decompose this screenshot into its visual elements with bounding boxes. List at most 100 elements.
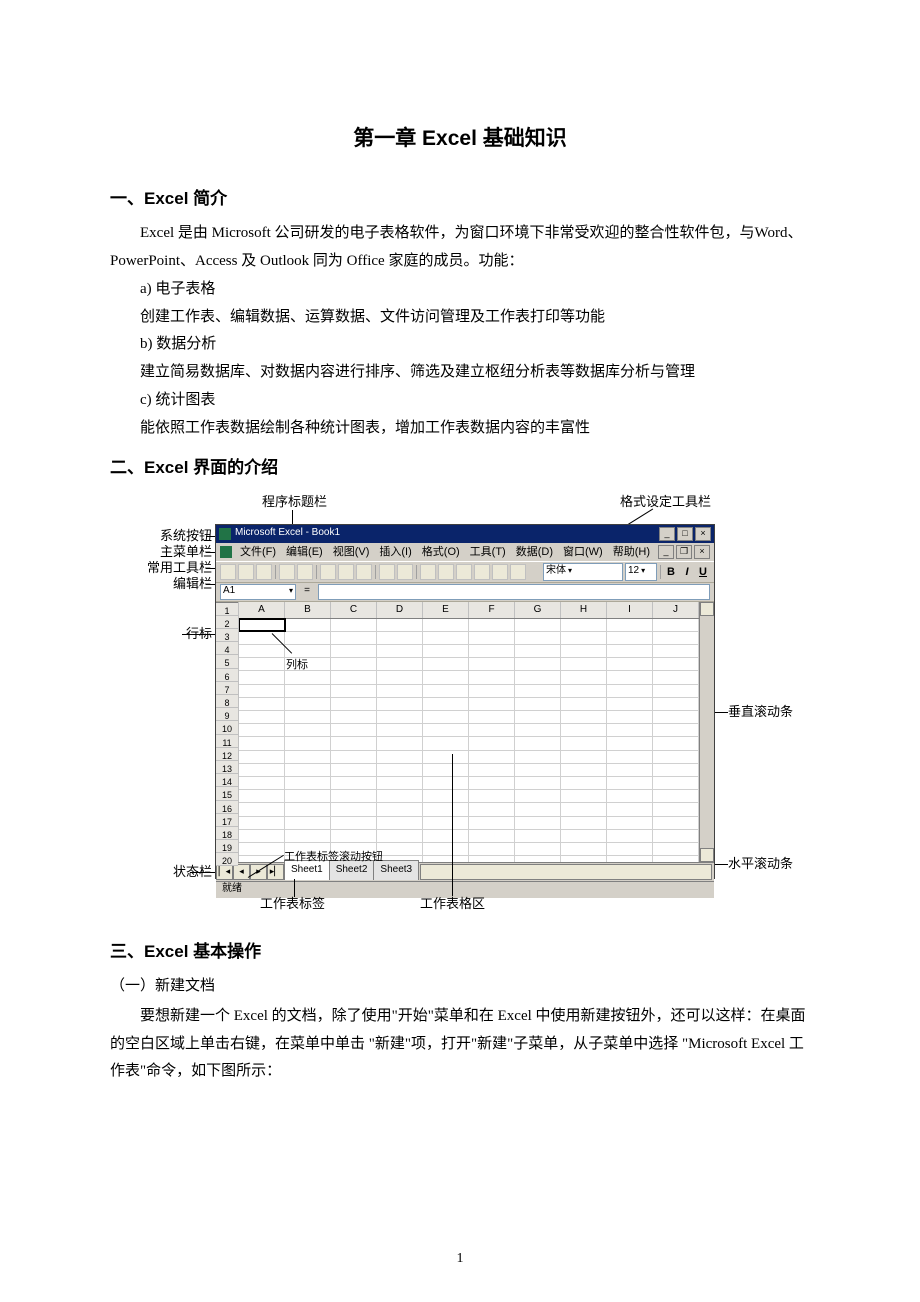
cell[interactable] [423, 777, 469, 789]
paste-button[interactable] [356, 564, 372, 580]
cell[interactable] [515, 737, 561, 749]
cell[interactable] [561, 632, 607, 644]
cell[interactable] [423, 790, 469, 802]
cell[interactable] [239, 830, 285, 842]
doc-close-button[interactable]: × [694, 545, 710, 559]
chart-button[interactable] [492, 564, 508, 580]
undo-button[interactable] [379, 564, 395, 580]
cell[interactable] [423, 711, 469, 723]
autosum-button[interactable] [420, 564, 436, 580]
cell[interactable] [331, 751, 377, 763]
cell[interactable] [469, 737, 515, 749]
cell[interactable] [653, 632, 699, 644]
cell[interactable] [469, 843, 515, 855]
cell[interactable] [607, 724, 653, 736]
cell[interactable] [515, 619, 561, 631]
cell[interactable] [285, 790, 331, 802]
row-header[interactable]: 9 [216, 708, 238, 721]
row-header[interactable]: 14 [216, 774, 238, 787]
column-header[interactable]: F [469, 602, 515, 618]
cell[interactable] [653, 685, 699, 697]
cell[interactable] [377, 658, 423, 670]
cell[interactable] [285, 632, 331, 644]
row-header[interactable]: 6 [216, 669, 238, 682]
cell[interactable] [469, 711, 515, 723]
help-button[interactable] [510, 564, 526, 580]
sort-desc-button[interactable] [474, 564, 490, 580]
save-button[interactable] [256, 564, 272, 580]
cell[interactable] [423, 658, 469, 670]
cell[interactable] [331, 817, 377, 829]
cell[interactable] [285, 751, 331, 763]
cell[interactable] [285, 777, 331, 789]
cell[interactable] [423, 830, 469, 842]
cell[interactable] [377, 632, 423, 644]
row-header[interactable]: 13 [216, 761, 238, 774]
cell[interactable] [377, 843, 423, 855]
doc-restore-button[interactable]: ❐ [676, 545, 692, 559]
underline-button[interactable]: U [696, 564, 710, 580]
close-button[interactable]: × [695, 527, 711, 541]
row-header[interactable]: 11 [216, 735, 238, 748]
cell[interactable] [561, 764, 607, 776]
formula-input[interactable] [318, 584, 710, 600]
cell[interactable] [331, 658, 377, 670]
cell[interactable] [561, 817, 607, 829]
cell[interactable] [239, 764, 285, 776]
cell[interactable] [653, 790, 699, 802]
cell[interactable] [331, 803, 377, 815]
cell[interactable] [331, 790, 377, 802]
cell[interactable] [285, 737, 331, 749]
cell[interactable] [239, 711, 285, 723]
cell[interactable] [377, 671, 423, 683]
cell[interactable] [561, 698, 607, 710]
cell[interactable] [423, 737, 469, 749]
print-button[interactable] [279, 564, 295, 580]
cell[interactable] [561, 856, 607, 862]
cell[interactable] [423, 671, 469, 683]
cell[interactable] [469, 698, 515, 710]
fx-button[interactable] [438, 564, 454, 580]
sort-asc-button[interactable] [456, 564, 472, 580]
row-header[interactable]: 8 [216, 695, 238, 708]
cell[interactable] [607, 619, 653, 631]
row-header[interactable]: 4 [216, 642, 238, 655]
cell[interactable] [515, 777, 561, 789]
cell[interactable] [515, 817, 561, 829]
column-header[interactable]: E [423, 602, 469, 618]
cell[interactable] [561, 685, 607, 697]
cell[interactable] [653, 856, 699, 862]
cell[interactable] [607, 632, 653, 644]
cell[interactable] [331, 764, 377, 776]
cell[interactable] [331, 645, 377, 657]
system-menu-icon[interactable] [220, 546, 232, 558]
menu-format[interactable]: 格式(O) [418, 542, 464, 562]
cell[interactable] [469, 619, 515, 631]
cell[interactable] [423, 698, 469, 710]
cell-grid[interactable] [239, 619, 699, 862]
cell[interactable] [239, 777, 285, 789]
cell[interactable] [469, 724, 515, 736]
cell[interactable] [239, 790, 285, 802]
cell[interactable] [423, 764, 469, 776]
cell[interactable] [607, 790, 653, 802]
cell[interactable] [469, 777, 515, 789]
row-header[interactable]: 10 [216, 721, 238, 734]
cell[interactable] [331, 737, 377, 749]
column-header[interactable]: D [377, 602, 423, 618]
cell[interactable] [377, 685, 423, 697]
cell[interactable] [653, 751, 699, 763]
cell[interactable] [331, 685, 377, 697]
cell[interactable] [515, 751, 561, 763]
maximize-button[interactable]: □ [677, 527, 693, 541]
row-header[interactable]: 12 [216, 748, 238, 761]
cell[interactable] [561, 619, 607, 631]
cell[interactable] [331, 671, 377, 683]
cell[interactable] [285, 817, 331, 829]
cell[interactable] [423, 856, 469, 862]
cell[interactable] [239, 843, 285, 855]
cell[interactable] [377, 645, 423, 657]
cell[interactable] [239, 658, 285, 670]
cell[interactable] [653, 830, 699, 842]
menu-tools[interactable]: 工具(T) [466, 542, 510, 562]
